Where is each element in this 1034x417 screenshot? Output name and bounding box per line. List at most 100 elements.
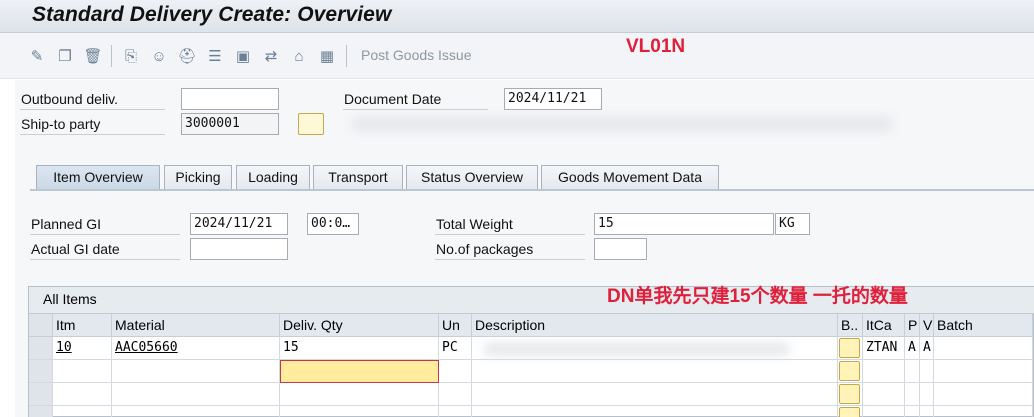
- tab-strip-line: [30, 189, 1034, 191]
- item-number[interactable]: [53, 383, 112, 406]
- box-icon[interactable]: ▣: [232, 45, 254, 67]
- batch-split-button[interactable]: [839, 407, 860, 417]
- description-cell[interactable]: [472, 383, 838, 406]
- p-cell[interactable]: A: [905, 337, 920, 360]
- v-cell[interactable]: A: [920, 337, 934, 360]
- description-cell[interactable]: [472, 406, 838, 417]
- column-v[interactable]: V: [920, 314, 934, 337]
- p-cell[interactable]: [905, 383, 920, 406]
- itca-cell[interactable]: [863, 406, 905, 417]
- deliv-qty-input[interactable]: [280, 360, 439, 383]
- itca-cell[interactable]: ZTAN: [863, 337, 905, 360]
- column-p[interactable]: P: [905, 314, 920, 337]
- unit-cell[interactable]: [439, 360, 472, 383]
- p-cell[interactable]: [905, 360, 920, 383]
- column-batch[interactable]: Batch: [934, 314, 1033, 337]
- v-cell[interactable]: [920, 383, 934, 406]
- itca-cell[interactable]: [863, 383, 905, 406]
- planned-gi-label: Planned GI: [30, 215, 180, 235]
- column-itm[interactable]: Itm: [53, 314, 112, 337]
- blurred-description: [484, 342, 789, 356]
- v-cell[interactable]: [920, 406, 934, 417]
- item-number[interactable]: 10: [53, 337, 112, 360]
- note-annotation: DN单我先只建15个数量 一托的数量: [607, 286, 908, 307]
- hat-icon[interactable]: ⛑: [176, 45, 198, 67]
- unit-cell[interactable]: [439, 383, 472, 406]
- material-cell[interactable]: AAC05660: [112, 337, 280, 360]
- packages-label: No.of packages: [435, 240, 585, 260]
- unit-cell[interactable]: PC: [439, 337, 472, 360]
- column-deliv-qty[interactable]: Deliv. Qty: [280, 314, 439, 337]
- batch-cell[interactable]: [934, 360, 1033, 383]
- title-bar: Standard Delivery Create: Overview: [0, 0, 1034, 33]
- texts-icon[interactable]: ☰: [204, 45, 226, 67]
- row-selector[interactable]: [29, 383, 53, 406]
- batch-cell[interactable]: [934, 406, 1033, 417]
- deliv-qty-cell[interactable]: 15: [280, 337, 439, 360]
- column-itca[interactable]: ItCa: [863, 314, 905, 337]
- handover-icon[interactable]: ⇄: [260, 45, 282, 67]
- batch-split-cell: [838, 337, 863, 360]
- column-material[interactable]: Material: [112, 314, 280, 337]
- edit-icon[interactable]: ✎: [26, 45, 48, 67]
- column-description[interactable]: Description: [472, 314, 838, 337]
- grid-icon[interactable]: ▦: [316, 45, 338, 67]
- ship-to-party-field[interactable]: 3000001: [181, 113, 279, 135]
- planned-gi-time-field[interactable]: 00:0…: [307, 213, 359, 235]
- outbound-delivery-field[interactable]: [181, 88, 279, 110]
- tab-goods-movement-data[interactable]: Goods Movement Data: [541, 165, 719, 189]
- post-goods-issue-button[interactable]: Post Goods Issue: [361, 47, 472, 63]
- document-date-field[interactable]: 2024/11/21: [504, 88, 602, 110]
- deliv-qty-cell[interactable]: [280, 383, 439, 406]
- select-all-header[interactable]: [29, 314, 53, 337]
- toolbar-separator: [346, 45, 347, 67]
- material-cell[interactable]: [112, 360, 280, 383]
- column-un[interactable]: Un: [439, 314, 472, 337]
- tab-loading[interactable]: Loading: [236, 165, 310, 189]
- ship-to-party-label: Ship-to party: [20, 115, 165, 135]
- p-cell[interactable]: [905, 406, 920, 417]
- item-number[interactable]: [53, 406, 112, 417]
- material-cell[interactable]: [112, 406, 280, 417]
- weight-unit-field[interactable]: KG: [775, 213, 810, 235]
- batch-split-button[interactable]: [839, 361, 860, 381]
- batch-split-cell: [838, 383, 863, 406]
- outbound-delivery-label: Outbound deliv.: [20, 90, 165, 110]
- document-date-label: Document Date: [343, 90, 488, 110]
- partner-icon[interactable]: ☺: [148, 45, 170, 67]
- column-b[interactable]: B..: [838, 314, 863, 337]
- description-cell[interactable]: [472, 360, 838, 383]
- copy-icon[interactable]: ❐: [54, 45, 76, 67]
- unit-cell[interactable]: [439, 406, 472, 417]
- batch-split-button[interactable]: [839, 384, 860, 404]
- tab-picking[interactable]: Picking: [164, 165, 232, 189]
- address-icon[interactable]: [298, 113, 324, 135]
- packages-field[interactable]: [594, 238, 647, 260]
- batch-split-button[interactable]: [839, 338, 860, 358]
- toolbar-separator: [111, 45, 112, 67]
- pick-icon[interactable]: ⎘: [120, 45, 142, 67]
- blurred-ship-to-name: [352, 116, 892, 132]
- material-cell[interactable]: [112, 383, 280, 406]
- batch-cell[interactable]: [934, 337, 1033, 360]
- itca-cell[interactable]: [863, 360, 905, 383]
- tcode-annotation: VL01N: [626, 36, 686, 57]
- row-selector[interactable]: [29, 406, 53, 417]
- home-icon[interactable]: ⌂: [288, 45, 310, 67]
- v-cell[interactable]: [920, 360, 934, 383]
- tab-transport[interactable]: Transport: [313, 165, 403, 189]
- batch-split-cell: [838, 406, 863, 417]
- row-selector[interactable]: [29, 337, 53, 360]
- tab-item-overview[interactable]: Item Overview: [36, 165, 160, 189]
- total-weight-field[interactable]: 15: [594, 213, 774, 235]
- actual-gi-date-field[interactable]: [190, 238, 288, 260]
- trash-icon[interactable]: 🗑: [82, 45, 104, 67]
- batch-cell[interactable]: [934, 383, 1033, 406]
- table-title: All Items: [43, 291, 97, 307]
- row-selector[interactable]: [29, 360, 53, 383]
- item-number[interactable]: [53, 360, 112, 383]
- actual-gi-date-label: Actual GI date: [30, 240, 180, 260]
- deliv-qty-cell[interactable]: [280, 406, 439, 417]
- planned-gi-date-field[interactable]: 2024/11/21: [190, 213, 288, 235]
- tab-status-overview[interactable]: Status Overview: [406, 165, 538, 189]
